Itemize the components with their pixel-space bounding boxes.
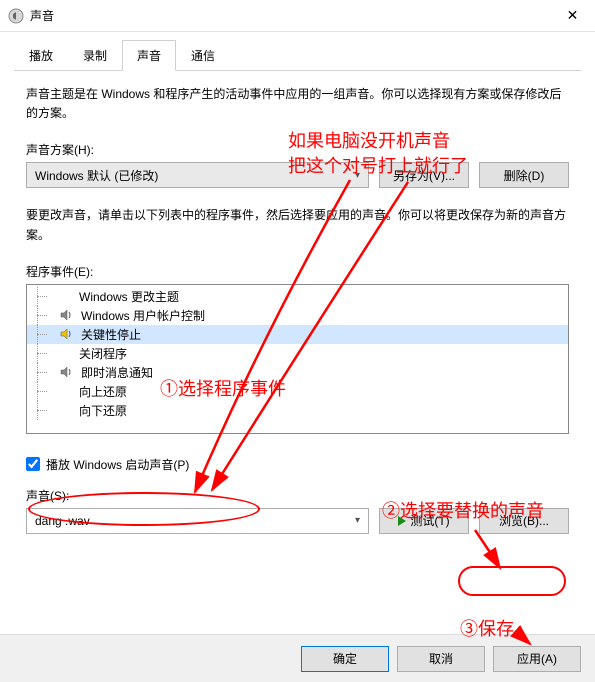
list-item-label: Windows 用户帐户控制 [79,307,205,324]
list-item-label: 关闭程序 [55,345,127,362]
cancel-button[interactable]: 取消 [397,646,485,672]
tab-recording[interactable]: 录制 [68,40,122,71]
list-item[interactable]: 关键性停止 [27,325,568,344]
play-startup-sound-label: 播放 Windows 启动声音(P) [46,456,189,473]
speaker-icon [59,327,73,341]
list-item-label: 即时消息通知 [79,364,153,381]
list-item[interactable]: Windows 用户帐户控制 [27,306,568,325]
list-item-label: Windows 更改主题 [55,288,179,305]
annotation-circle-checkbox [28,492,260,526]
test-button[interactable]: 测试(T) [379,508,469,534]
scheme-value: Windows 默认 (已修改) [35,167,158,184]
speaker-icon [59,365,73,379]
events-description: 要更改声音，请单击以下列表中的程序事件，然后选择要应用的声音。你可以将更改保存为… [26,206,569,244]
sounds-description: 声音主题是在 Windows 和程序产生的活动事件中应用的一组声音。你可以选择现… [26,85,569,123]
close-icon: ✕ [567,7,579,24]
tab-strip: 播放 录制 声音 通信 [14,40,581,71]
ok-button[interactable]: 确定 [301,646,389,672]
titlebar: 声音 ✕ [0,0,595,32]
chevron-down-icon: ▾ [355,515,360,526]
list-item[interactable]: 关闭程序 [27,344,568,363]
delete-button[interactable]: 删除(D) [479,162,569,188]
list-item-label: 关键性停止 [79,326,141,343]
list-item[interactable]: Windows 更改主题 [27,287,568,306]
dialog-footer: 确定 取消 应用(A) [0,634,595,682]
scheme-label: 声音方案(H): [26,141,569,158]
close-button[interactable]: ✕ [550,1,595,31]
list-item[interactable]: 即时消息通知 [27,363,568,382]
program-events-list[interactable]: Windows 更改主题 Windows 用户帐户控制关键性停止关闭程序即时消息通… [26,284,569,434]
scheme-combo[interactable]: Windows 默认 (已修改) ▾ [26,162,369,188]
play-icon [398,516,406,526]
events-label: 程序事件(E): [26,263,569,280]
list-item-label: 向下还原 [55,402,127,419]
chevron-down-icon: ▾ [355,170,360,181]
tab-communications[interactable]: 通信 [176,40,230,71]
browse-button[interactable]: 浏览(B)... [479,508,569,534]
save-as-button[interactable]: 另存为(V)... [379,162,469,188]
list-item[interactable]: 向上还原 [27,382,568,401]
window-title: 声音 [30,7,550,24]
annotation-circle-browse [458,566,566,596]
list-item-label: 向上还原 [55,383,127,400]
tab-sounds[interactable]: 声音 [122,40,176,71]
apply-button[interactable]: 应用(A) [493,646,581,672]
sound-app-icon [8,8,24,24]
tab-playback[interactable]: 播放 [14,40,68,71]
speaker-icon [59,308,73,322]
play-startup-sound-checkbox[interactable] [26,457,40,471]
list-item[interactable]: 向下还原 [27,401,568,420]
